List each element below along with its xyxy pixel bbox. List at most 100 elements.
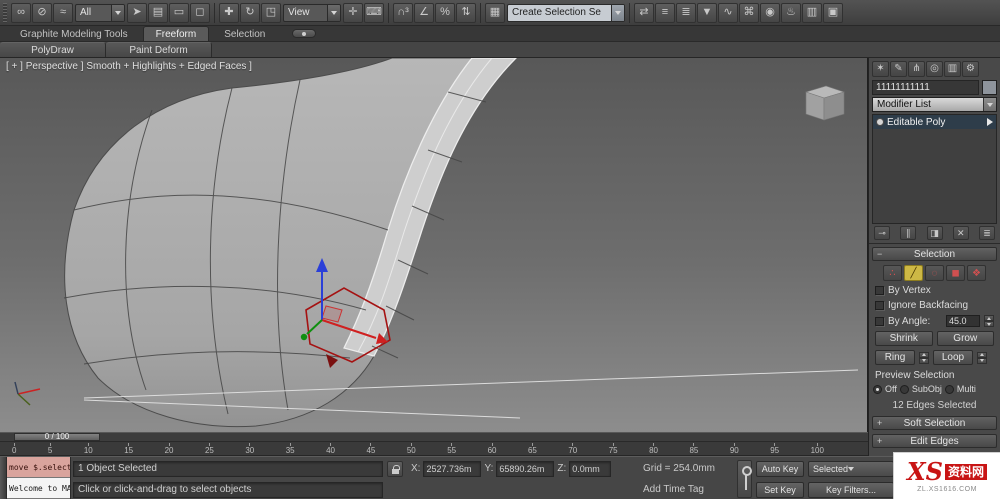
chevron-down-icon[interactable] — [611, 4, 624, 21]
subtab-polydraw[interactable]: PolyDraw — [0, 42, 106, 57]
set-keys-button[interactable] — [737, 460, 752, 498]
by-vertex-checkbox[interactable] — [875, 286, 884, 295]
rendered-frame-icon[interactable]: ▥ — [802, 2, 822, 23]
keyboard-override-icon[interactable]: ⌨ — [364, 2, 384, 23]
shrink-button[interactable]: Shrink — [875, 331, 933, 346]
select-and-link-icon[interactable]: ∞ — [11, 2, 31, 23]
chevron-down-icon[interactable] — [983, 98, 996, 111]
y-coordinate-field[interactable]: 65890.26m — [496, 460, 555, 477]
select-by-name-icon[interactable]: ▤ — [148, 2, 168, 23]
angle-snap-icon[interactable]: ∠ — [414, 2, 434, 23]
listener-macro-line[interactable]: move $.selecte — [7, 457, 70, 478]
show-end-result-icon[interactable]: ∥ — [900, 226, 917, 240]
rollout-edit-edges-header[interactable]: + Edit Edges — [872, 434, 997, 448]
by-angle-checkbox[interactable] — [875, 316, 884, 326]
hierarchy-tab-icon[interactable]: ⋔ — [908, 60, 925, 77]
grow-button[interactable]: Grow — [936, 331, 994, 346]
modify-tab-icon[interactable]: ✎ — [890, 60, 907, 77]
modifier-list-dropdown[interactable]: Modifier List — [872, 97, 997, 112]
named-selection-set-combo[interactable]: Create Selection Se — [507, 3, 625, 22]
listener-grip[interactable] — [0, 457, 7, 499]
utilities-tab-icon[interactable]: ⚙ — [962, 60, 979, 77]
percent-snap-icon[interactable]: % — [435, 2, 455, 23]
collapse-icon[interactable]: − — [877, 249, 882, 259]
track-bar-ruler[interactable]: 0 5 10 15 20 25 30 35 40 45 50 55 60 65 70 75 80 85 90 95 10… — [0, 442, 868, 456]
add-time-tag[interactable]: Add Time Tag — [643, 484, 733, 495]
object-color-swatch[interactable] — [982, 80, 997, 95]
tab-graphite-modeling-tools[interactable]: Graphite Modeling Tools — [8, 27, 140, 41]
chevron-down-icon[interactable] — [848, 460, 862, 478]
ring-spinner[interactable] — [919, 351, 929, 364]
polygon-mode-icon[interactable]: ◼ — [946, 265, 965, 281]
listener-script-line[interactable]: Welcome to MAX — [7, 478, 70, 499]
configure-modifier-sets-icon[interactable]: ≣ — [979, 226, 995, 240]
loop-button[interactable]: Loop — [933, 350, 973, 365]
vertex-mode-icon[interactable]: ∴ — [883, 265, 902, 281]
z-coordinate-field[interactable]: 0.0mm — [569, 460, 612, 477]
preview-off-radio[interactable] — [873, 384, 882, 394]
ribbon-minimize-toggle[interactable] — [292, 29, 317, 38]
auto-key-button[interactable]: Auto Key — [756, 460, 804, 477]
snap-toggle-3d-icon[interactable]: ∩³ — [393, 2, 413, 23]
chevron-down-icon[interactable] — [111, 4, 124, 21]
set-key-button[interactable]: Set Key — [756, 481, 804, 498]
preview-multi-radio[interactable] — [944, 384, 954, 394]
object-name-field[interactable]: 11111111111 — [872, 80, 979, 95]
time-slider-track[interactable]: 0 / 100 — [0, 432, 868, 442]
remove-modifier-icon[interactable]: ✕ — [952, 226, 969, 240]
pin-stack-icon[interactable]: ⊸ — [874, 226, 890, 240]
mesh-object[interactable] — [63, 58, 517, 428]
unlink-selection-icon[interactable]: ⊘ — [32, 2, 52, 23]
mirror-icon[interactable]: ⇄ — [634, 2, 654, 23]
ring-button[interactable]: Ring — [875, 350, 915, 365]
key-filters-button[interactable]: Key Filters... — [808, 481, 894, 498]
display-tab-icon[interactable]: ▥ — [944, 60, 961, 77]
preview-subobj-radio[interactable] — [899, 384, 909, 394]
subtab-paint-deform[interactable]: Paint Deform — [106, 42, 212, 57]
modifier-stack[interactable]: Editable Poly — [872, 114, 997, 224]
by-angle-spinner[interactable] — [984, 315, 994, 327]
x-coordinate-field[interactable]: 2527.736m — [423, 460, 482, 477]
align-icon[interactable]: ≡ — [655, 2, 675, 23]
loop-spinner[interactable] — [977, 351, 987, 364]
select-and-move-icon[interactable]: ✚ — [219, 2, 239, 23]
select-object-icon[interactable]: ➤ — [127, 2, 147, 23]
motion-tab-icon[interactable]: ◎ — [926, 60, 943, 77]
expand-icon[interactable]: + — [877, 436, 882, 446]
material-editor-icon[interactable]: ◉ — [760, 2, 780, 23]
create-tab-icon[interactable]: ✶ — [872, 60, 889, 77]
curve-editor-icon[interactable]: ∿ — [718, 2, 738, 23]
element-mode-icon[interactable]: ❖ — [967, 265, 986, 281]
bind-to-spacewarp-icon[interactable]: ≈ — [53, 2, 73, 23]
time-slider-handle[interactable]: 0 / 100 — [14, 433, 100, 441]
stack-expand-icon[interactable] — [987, 118, 993, 126]
expand-icon[interactable]: + — [877, 418, 882, 428]
tab-selection[interactable]: Selection — [212, 27, 277, 41]
edge-mode-icon[interactable]: ╱ — [904, 265, 923, 281]
render-production-icon[interactable]: ▣ — [823, 2, 843, 23]
maxscript-mini-listener[interactable]: move $.selecte Welcome to MAX — [7, 457, 71, 499]
make-unique-icon[interactable]: ◨ — [926, 226, 943, 240]
stack-item-editable-poly[interactable]: Editable Poly — [873, 115, 996, 129]
layer-manager-icon[interactable]: ≣ — [676, 2, 696, 23]
viewcube[interactable] — [805, 85, 845, 121]
select-and-rotate-icon[interactable]: ↻ — [240, 2, 260, 23]
select-and-manipulate-icon[interactable]: ✛ — [343, 2, 363, 23]
toolbar-grip[interactable] — [3, 2, 7, 23]
border-mode-icon[interactable]: ◌ — [925, 265, 944, 281]
by-angle-value-field[interactable]: 45.0 — [946, 315, 980, 327]
render-setup-icon[interactable]: ♨ — [781, 2, 801, 23]
key-filter-set-dropdown[interactable]: Selected — [808, 460, 894, 478]
perspective-viewport[interactable]: [ + ] Perspective ] Smooth + Highlights … — [0, 58, 868, 432]
graphite-ribbon-toggle-icon[interactable]: ▼ — [697, 2, 717, 23]
tab-freeform[interactable]: Freeform — [142, 26, 210, 41]
window-crossing-icon[interactable]: ◻ — [190, 2, 210, 23]
chevron-down-icon[interactable] — [327, 4, 340, 21]
ignore-backfacing-checkbox[interactable] — [875, 301, 884, 310]
edit-named-selection-sets-icon[interactable]: ▦ — [485, 2, 505, 23]
schematic-view-icon[interactable]: ⌘ — [739, 2, 759, 23]
spinner-snap-icon[interactable]: ⇅ — [456, 2, 476, 23]
rollout-selection-header[interactable]: − Selection — [872, 247, 997, 261]
stack-bulb-icon[interactable] — [876, 118, 884, 126]
rollout-soft-selection-header[interactable]: + Soft Selection — [872, 416, 997, 430]
